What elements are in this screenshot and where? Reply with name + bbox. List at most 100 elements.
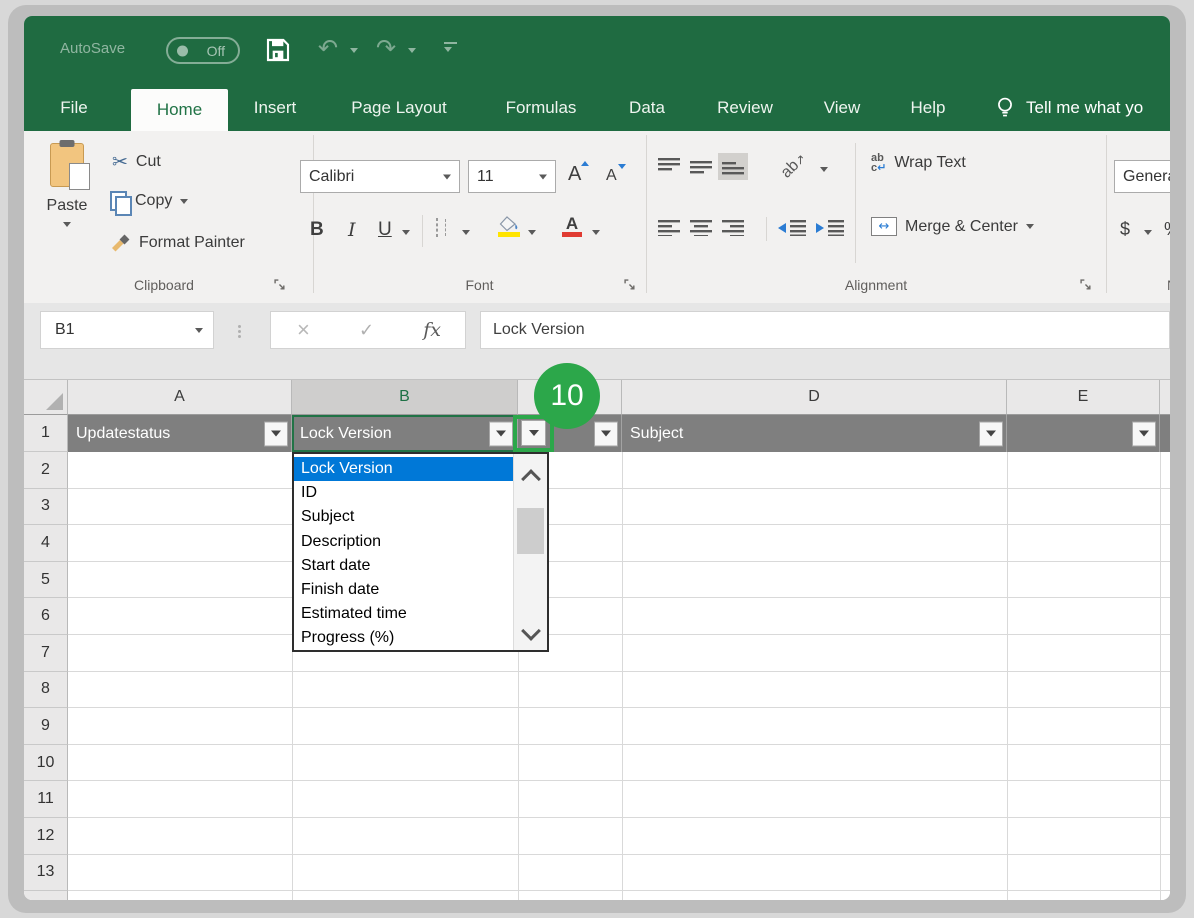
tab-insert[interactable]: Insert bbox=[254, 98, 297, 118]
filter-button-b1[interactable] bbox=[489, 421, 513, 446]
redo-dropdown-icon[interactable] bbox=[408, 48, 416, 53]
clipboard-dialog-launcher[interactable] bbox=[274, 279, 286, 291]
scroll-up-icon[interactable] bbox=[521, 469, 541, 489]
currency-button[interactable]: $ bbox=[1120, 219, 1130, 240]
scroll-down-icon[interactable] bbox=[521, 621, 541, 641]
align-bottom-button-selected[interactable] bbox=[718, 153, 748, 180]
row-cells[interactable] bbox=[68, 745, 1170, 782]
row-cells[interactable] bbox=[68, 525, 1170, 562]
cell-d1[interactable]: Subject bbox=[622, 415, 1007, 452]
row-header-7[interactable]: 7 bbox=[24, 635, 68, 672]
formula-input[interactable]: Lock Version bbox=[480, 311, 1170, 349]
cell-b1-selected[interactable]: Lock Version bbox=[292, 415, 518, 452]
percent-button[interactable]: % bbox=[1164, 219, 1170, 240]
column-header-d[interactable]: D bbox=[622, 380, 1007, 415]
customize-quick-access-button[interactable] bbox=[444, 42, 457, 52]
font-dialog-launcher[interactable] bbox=[624, 279, 636, 291]
row-header-11[interactable]: 11 bbox=[24, 781, 68, 818]
row-header-10[interactable]: 10 bbox=[24, 745, 68, 782]
column-header-e[interactable]: E bbox=[1007, 380, 1160, 415]
decrease-indent-button[interactable] bbox=[778, 220, 806, 236]
number-format-combo[interactable]: General bbox=[1114, 160, 1170, 193]
row-cells[interactable] bbox=[68, 452, 1170, 489]
align-center-button[interactable] bbox=[690, 220, 712, 236]
grow-font-button[interactable]: A bbox=[568, 163, 581, 186]
wrap-text-button[interactable]: abc↵ Wrap Text bbox=[871, 153, 966, 173]
row-header-2[interactable]: 2 bbox=[24, 452, 68, 489]
formula-bar-resize-handle[interactable] bbox=[238, 323, 241, 340]
tab-data[interactable]: Data bbox=[629, 98, 665, 118]
dropdown-item[interactable]: Progress (%) bbox=[294, 626, 513, 650]
row-cells[interactable] bbox=[68, 818, 1170, 855]
row-cells[interactable] bbox=[68, 489, 1170, 526]
currency-dropdown-icon[interactable] bbox=[1144, 230, 1152, 235]
dropdown-item[interactable]: Estimated time bbox=[294, 602, 513, 626]
scrollbar-thumb[interactable] bbox=[517, 508, 544, 554]
row-header-12[interactable]: 12 bbox=[24, 818, 68, 855]
filter-button-a1[interactable] bbox=[264, 421, 288, 446]
align-top-button[interactable] bbox=[658, 158, 680, 174]
format-painter-button[interactable]: Format Painter bbox=[110, 233, 245, 253]
tab-review[interactable]: Review bbox=[717, 98, 773, 118]
tab-home-active[interactable]: Home bbox=[131, 89, 228, 131]
orientation-dropdown-icon[interactable] bbox=[820, 167, 828, 172]
cell-e1[interactable] bbox=[1007, 415, 1160, 452]
row-cells[interactable] bbox=[68, 855, 1170, 892]
borders-dropdown-icon[interactable] bbox=[462, 230, 470, 235]
row-header-13[interactable]: 13 bbox=[24, 855, 68, 892]
autosave-toggle[interactable]: Off bbox=[166, 37, 240, 64]
tab-formulas[interactable]: Formulas bbox=[506, 98, 577, 118]
borders-button[interactable] bbox=[436, 218, 438, 237]
dropdown-item[interactable]: ID bbox=[294, 481, 513, 505]
name-box[interactable]: B1 bbox=[40, 311, 214, 349]
filter-button-e1[interactable] bbox=[1132, 421, 1156, 446]
column-header-a[interactable]: A bbox=[68, 380, 292, 415]
row-cells[interactable] bbox=[68, 708, 1170, 745]
filter-button-d1[interactable] bbox=[979, 421, 1003, 446]
dropdown-item[interactable]: Description bbox=[294, 530, 513, 554]
tell-me-search[interactable]: Tell me what yo bbox=[1026, 98, 1143, 118]
fill-color-button[interactable] bbox=[498, 216, 520, 237]
save-button[interactable] bbox=[266, 38, 290, 67]
cell-a1[interactable]: Updatestatus bbox=[68, 415, 292, 452]
paste-button[interactable]: Paste bbox=[36, 139, 98, 259]
row-header-5[interactable]: 5 bbox=[24, 562, 68, 599]
underline-dropdown-icon[interactable] bbox=[402, 230, 410, 235]
tab-file[interactable]: File bbox=[60, 98, 87, 118]
insert-function-button[interactable]: fx bbox=[423, 319, 441, 341]
underline-button[interactable]: U bbox=[378, 219, 392, 241]
dropdown-scrollbar[interactable] bbox=[513, 454, 547, 650]
undo-button[interactable]: ↶ bbox=[318, 36, 338, 60]
font-size-combo[interactable]: 11 bbox=[468, 160, 556, 193]
enter-button[interactable]: ✓ bbox=[359, 320, 374, 341]
filter-button-c1[interactable] bbox=[594, 421, 618, 446]
merge-center-button[interactable]: ↔ Merge & Center bbox=[871, 217, 1034, 236]
align-left-button[interactable] bbox=[658, 220, 680, 236]
row-cells[interactable] bbox=[68, 598, 1170, 635]
shrink-font-button[interactable]: A bbox=[606, 167, 617, 185]
row-cells[interactable] bbox=[68, 635, 1170, 672]
align-middle-button[interactable] bbox=[690, 158, 712, 174]
undo-dropdown-icon[interactable] bbox=[350, 48, 358, 53]
tab-page-layout[interactable]: Page Layout bbox=[351, 98, 446, 118]
dropdown-item[interactable]: Start date bbox=[294, 554, 513, 578]
row-header-4[interactable]: 4 bbox=[24, 525, 68, 562]
alignment-dialog-launcher[interactable] bbox=[1080, 279, 1092, 291]
redo-button[interactable]: ↷ bbox=[376, 36, 396, 60]
row-header-3[interactable]: 3 bbox=[24, 489, 68, 526]
row-cells[interactable] bbox=[68, 562, 1170, 599]
font-color-button[interactable]: A bbox=[562, 215, 582, 237]
row-header-9[interactable]: 9 bbox=[24, 708, 68, 745]
row-header-6[interactable]: 6 bbox=[24, 598, 68, 635]
row-header-1[interactable]: 1 bbox=[24, 415, 68, 452]
tab-view[interactable]: View bbox=[824, 98, 861, 118]
select-all-corner[interactable] bbox=[24, 380, 68, 415]
cut-button[interactable]: ✂ Cut bbox=[112, 151, 161, 173]
font-color-dropdown-icon[interactable] bbox=[592, 230, 600, 235]
row-header-8[interactable]: 8 bbox=[24, 672, 68, 709]
italic-button[interactable]: I bbox=[348, 219, 356, 241]
dropdown-item[interactable]: Subject bbox=[294, 505, 513, 529]
copy-button[interactable]: Copy bbox=[110, 191, 188, 211]
dropdown-item-selected[interactable]: Lock Version bbox=[294, 457, 513, 481]
row-cells[interactable] bbox=[68, 781, 1170, 818]
